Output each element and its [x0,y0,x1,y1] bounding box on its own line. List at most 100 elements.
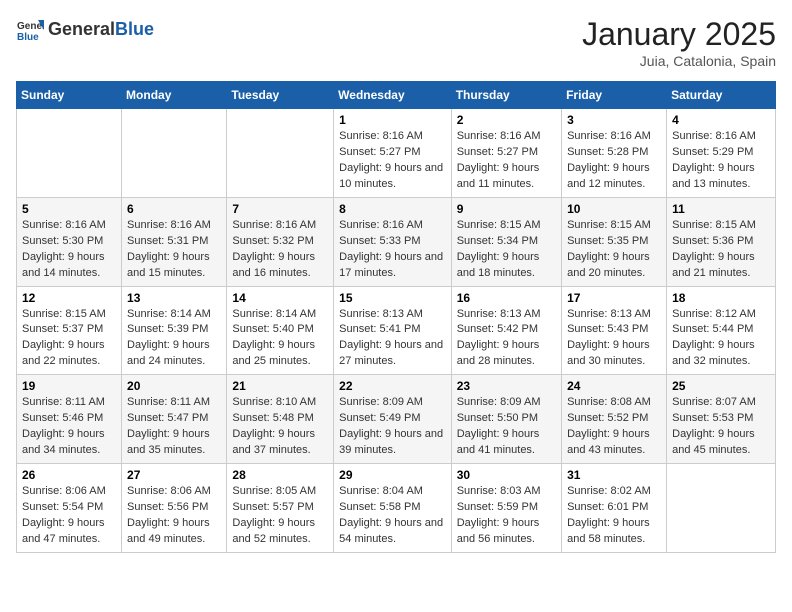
svg-text:Blue: Blue [17,32,39,43]
title-block: January 2025 Juia, Catalonia, Spain [582,16,776,69]
calendar-cell [122,109,227,198]
day-number: 15 [339,291,446,305]
day-info: Sunrise: 8:06 AMSunset: 5:54 PMDaylight:… [22,484,116,548]
day-info: Sunrise: 8:16 AMSunset: 5:27 PMDaylight:… [457,129,556,193]
calendar-cell: 8Sunrise: 8:16 AMSunset: 5:33 PMDaylight… [334,197,452,286]
calendar-cell: 12 Sunrise: 8:15 AMSunset: 5:37 PMDayligh… [17,286,122,375]
day-info: Sunrise: 8:16 AMSunset: 5:30 PMDaylight:… [22,218,116,282]
day-number: 6 [127,202,221,216]
day-number: 20 [127,379,221,393]
calendar-cell: 25 Sunrise: 8:07 AMSunset: 5:53 PMDayligh… [667,375,776,464]
calendar-cell: 6 Sunrise: 8:16 AMSunset: 5:31 PMDaylight… [122,197,227,286]
calendar-cell: 3 Sunrise: 8:16 AMSunset: 5:28 PMDaylight… [562,109,667,198]
calendar-table: SundayMondayTuesdayWednesdayThursdayFrid… [16,81,776,553]
logo-blue-text: Blue [115,19,154,39]
day-info: Sunrise: 8:13 AMSunset: 5:41 PMDaylight:… [339,307,446,371]
calendar-cell: 24 Sunrise: 8:08 AMSunset: 5:52 PMDayligh… [562,375,667,464]
weekday-header-saturday: Saturday [667,82,776,109]
calendar-cell: 9 Sunrise: 8:15 AMSunset: 5:34 PMDaylight… [451,197,561,286]
weekday-header-tuesday: Tuesday [227,82,334,109]
calendar-cell: 18 Sunrise: 8:12 AMSunset: 5:44 PMDayligh… [667,286,776,375]
day-number: 10 [567,202,661,216]
day-info: Sunrise: 8:15 AMSunset: 5:34 PMDaylight:… [457,218,556,282]
calendar-header: SundayMondayTuesdayWednesdayThursdayFrid… [17,82,776,109]
day-info: Sunrise: 8:13 AMSunset: 5:43 PMDaylight:… [567,307,661,371]
day-info: Sunrise: 8:16 AMSunset: 5:28 PMDaylight:… [567,129,661,193]
calendar-week-row: 26 Sunrise: 8:06 AMSunset: 5:54 PMDayligh… [17,464,776,553]
day-info: Sunrise: 8:14 AMSunset: 5:40 PMDaylight:… [232,307,328,371]
day-number: 17 [567,291,661,305]
day-info: Sunrise: 8:10 AMSunset: 5:48 PMDaylight:… [232,395,328,459]
calendar-cell: 2Sunrise: 8:16 AMSunset: 5:27 PMDaylight… [451,109,561,198]
day-number: 23 [457,379,556,393]
calendar-cell [17,109,122,198]
day-number: 9 [457,202,556,216]
calendar-cell: 5 Sunrise: 8:16 AMSunset: 5:30 PMDaylight… [17,197,122,286]
weekday-header-thursday: Thursday [451,82,561,109]
calendar-cell: 17 Sunrise: 8:13 AMSunset: 5:43 PMDayligh… [562,286,667,375]
day-number: 19 [22,379,116,393]
calendar-cell [667,464,776,553]
calendar-cell: 14Sunrise: 8:14 AMSunset: 5:40 PMDayligh… [227,286,334,375]
calendar-cell: 10 Sunrise: 8:15 AMSunset: 5:35 PMDayligh… [562,197,667,286]
calendar-cell: 20 Sunrise: 8:11 AMSunset: 5:47 PMDayligh… [122,375,227,464]
day-number: 8 [339,202,446,216]
calendar-cell: 28 Sunrise: 8:05 AMSunset: 5:57 PMDayligh… [227,464,334,553]
weekday-header-row: SundayMondayTuesdayWednesdayThursdayFrid… [17,82,776,109]
calendar-cell: 4Sunrise: 8:16 AMSunset: 5:29 PMDaylight… [667,109,776,198]
day-info: Sunrise: 8:16 AMSunset: 5:32 PMDaylight:… [232,218,328,282]
day-number: 1 [339,113,446,127]
day-info: Sunrise: 8:15 AMSunset: 5:35 PMDaylight:… [567,218,661,282]
calendar-cell: 23 Sunrise: 8:09 AMSunset: 5:50 PMDayligh… [451,375,561,464]
day-info: Sunrise: 8:03 AMSunset: 5:59 PMDaylight:… [457,484,556,548]
day-number: 27 [127,468,221,482]
day-number: 7 [232,202,328,216]
day-number: 28 [232,468,328,482]
day-info: Sunrise: 8:08 AMSunset: 5:52 PMDaylight:… [567,395,661,459]
day-number: 24 [567,379,661,393]
day-info: Sunrise: 8:14 AMSunset: 5:39 PMDaylight:… [127,307,221,371]
day-info: Sunrise: 8:12 AMSunset: 5:44 PMDaylight:… [672,307,770,371]
calendar-cell: 21Sunrise: 8:10 AMSunset: 5:48 PMDayligh… [227,375,334,464]
logo: General Blue GeneralBlue [16,16,154,44]
calendar-cell [227,109,334,198]
day-number: 22 [339,379,446,393]
day-info: Sunrise: 8:07 AMSunset: 5:53 PMDaylight:… [672,395,770,459]
day-info: Sunrise: 8:05 AMSunset: 5:57 PMDaylight:… [232,484,328,548]
calendar-cell: 15 Sunrise: 8:13 AMSunset: 5:41 PMDayligh… [334,286,452,375]
calendar-week-row: 19Sunrise: 8:11 AMSunset: 5:46 PMDayligh… [17,375,776,464]
logo-icon: General Blue [16,16,44,44]
location-text: Juia, Catalonia, Spain [582,53,776,69]
day-info: Sunrise: 8:04 AMSunset: 5:58 PMDaylight:… [339,484,446,548]
calendar-week-row: 12 Sunrise: 8:15 AMSunset: 5:37 PMDayligh… [17,286,776,375]
day-info: Sunrise: 8:09 AMSunset: 5:49 PMDaylight:… [339,395,446,459]
day-number: 30 [457,468,556,482]
day-info: Sunrise: 8:11 AMSunset: 5:47 PMDaylight:… [127,395,221,459]
calendar-cell: 1 Sunrise: 8:16 AMSunset: 5:27 PMDaylight… [334,109,452,198]
day-number: 11 [672,202,770,216]
calendar-cell: 19Sunrise: 8:11 AMSunset: 5:46 PMDayligh… [17,375,122,464]
day-info: Sunrise: 8:06 AMSunset: 5:56 PMDaylight:… [127,484,221,548]
day-number: 31 [567,468,661,482]
day-info: Sunrise: 8:13 AMSunset: 5:42 PMDaylight:… [457,307,556,371]
calendar-cell: 7 Sunrise: 8:16 AMSunset: 5:32 PMDaylight… [227,197,334,286]
month-title: January 2025 [582,16,776,53]
day-number: 4 [672,113,770,127]
day-number: 16 [457,291,556,305]
day-info: Sunrise: 8:16 AMSunset: 5:27 PMDaylight:… [339,129,446,193]
day-number: 5 [22,202,116,216]
day-info: Sunrise: 8:15 AMSunset: 5:37 PMDaylight:… [22,307,116,371]
calendar-body: 1 Sunrise: 8:16 AMSunset: 5:27 PMDaylight… [17,109,776,553]
calendar-cell: 13Sunrise: 8:14 AMSunset: 5:39 PMDayligh… [122,286,227,375]
weekday-header-sunday: Sunday [17,82,122,109]
day-info: Sunrise: 8:16 AMSunset: 5:31 PMDaylight:… [127,218,221,282]
day-number: 26 [22,468,116,482]
day-number: 18 [672,291,770,305]
day-number: 25 [672,379,770,393]
day-info: Sunrise: 8:02 AMSunset: 6:01 PMDaylight:… [567,484,661,548]
logo-general-text: General [48,19,115,39]
day-info: Sunrise: 8:09 AMSunset: 5:50 PMDaylight:… [457,395,556,459]
day-number: 12 [22,291,116,305]
day-number: 3 [567,113,661,127]
weekday-header-monday: Monday [122,82,227,109]
